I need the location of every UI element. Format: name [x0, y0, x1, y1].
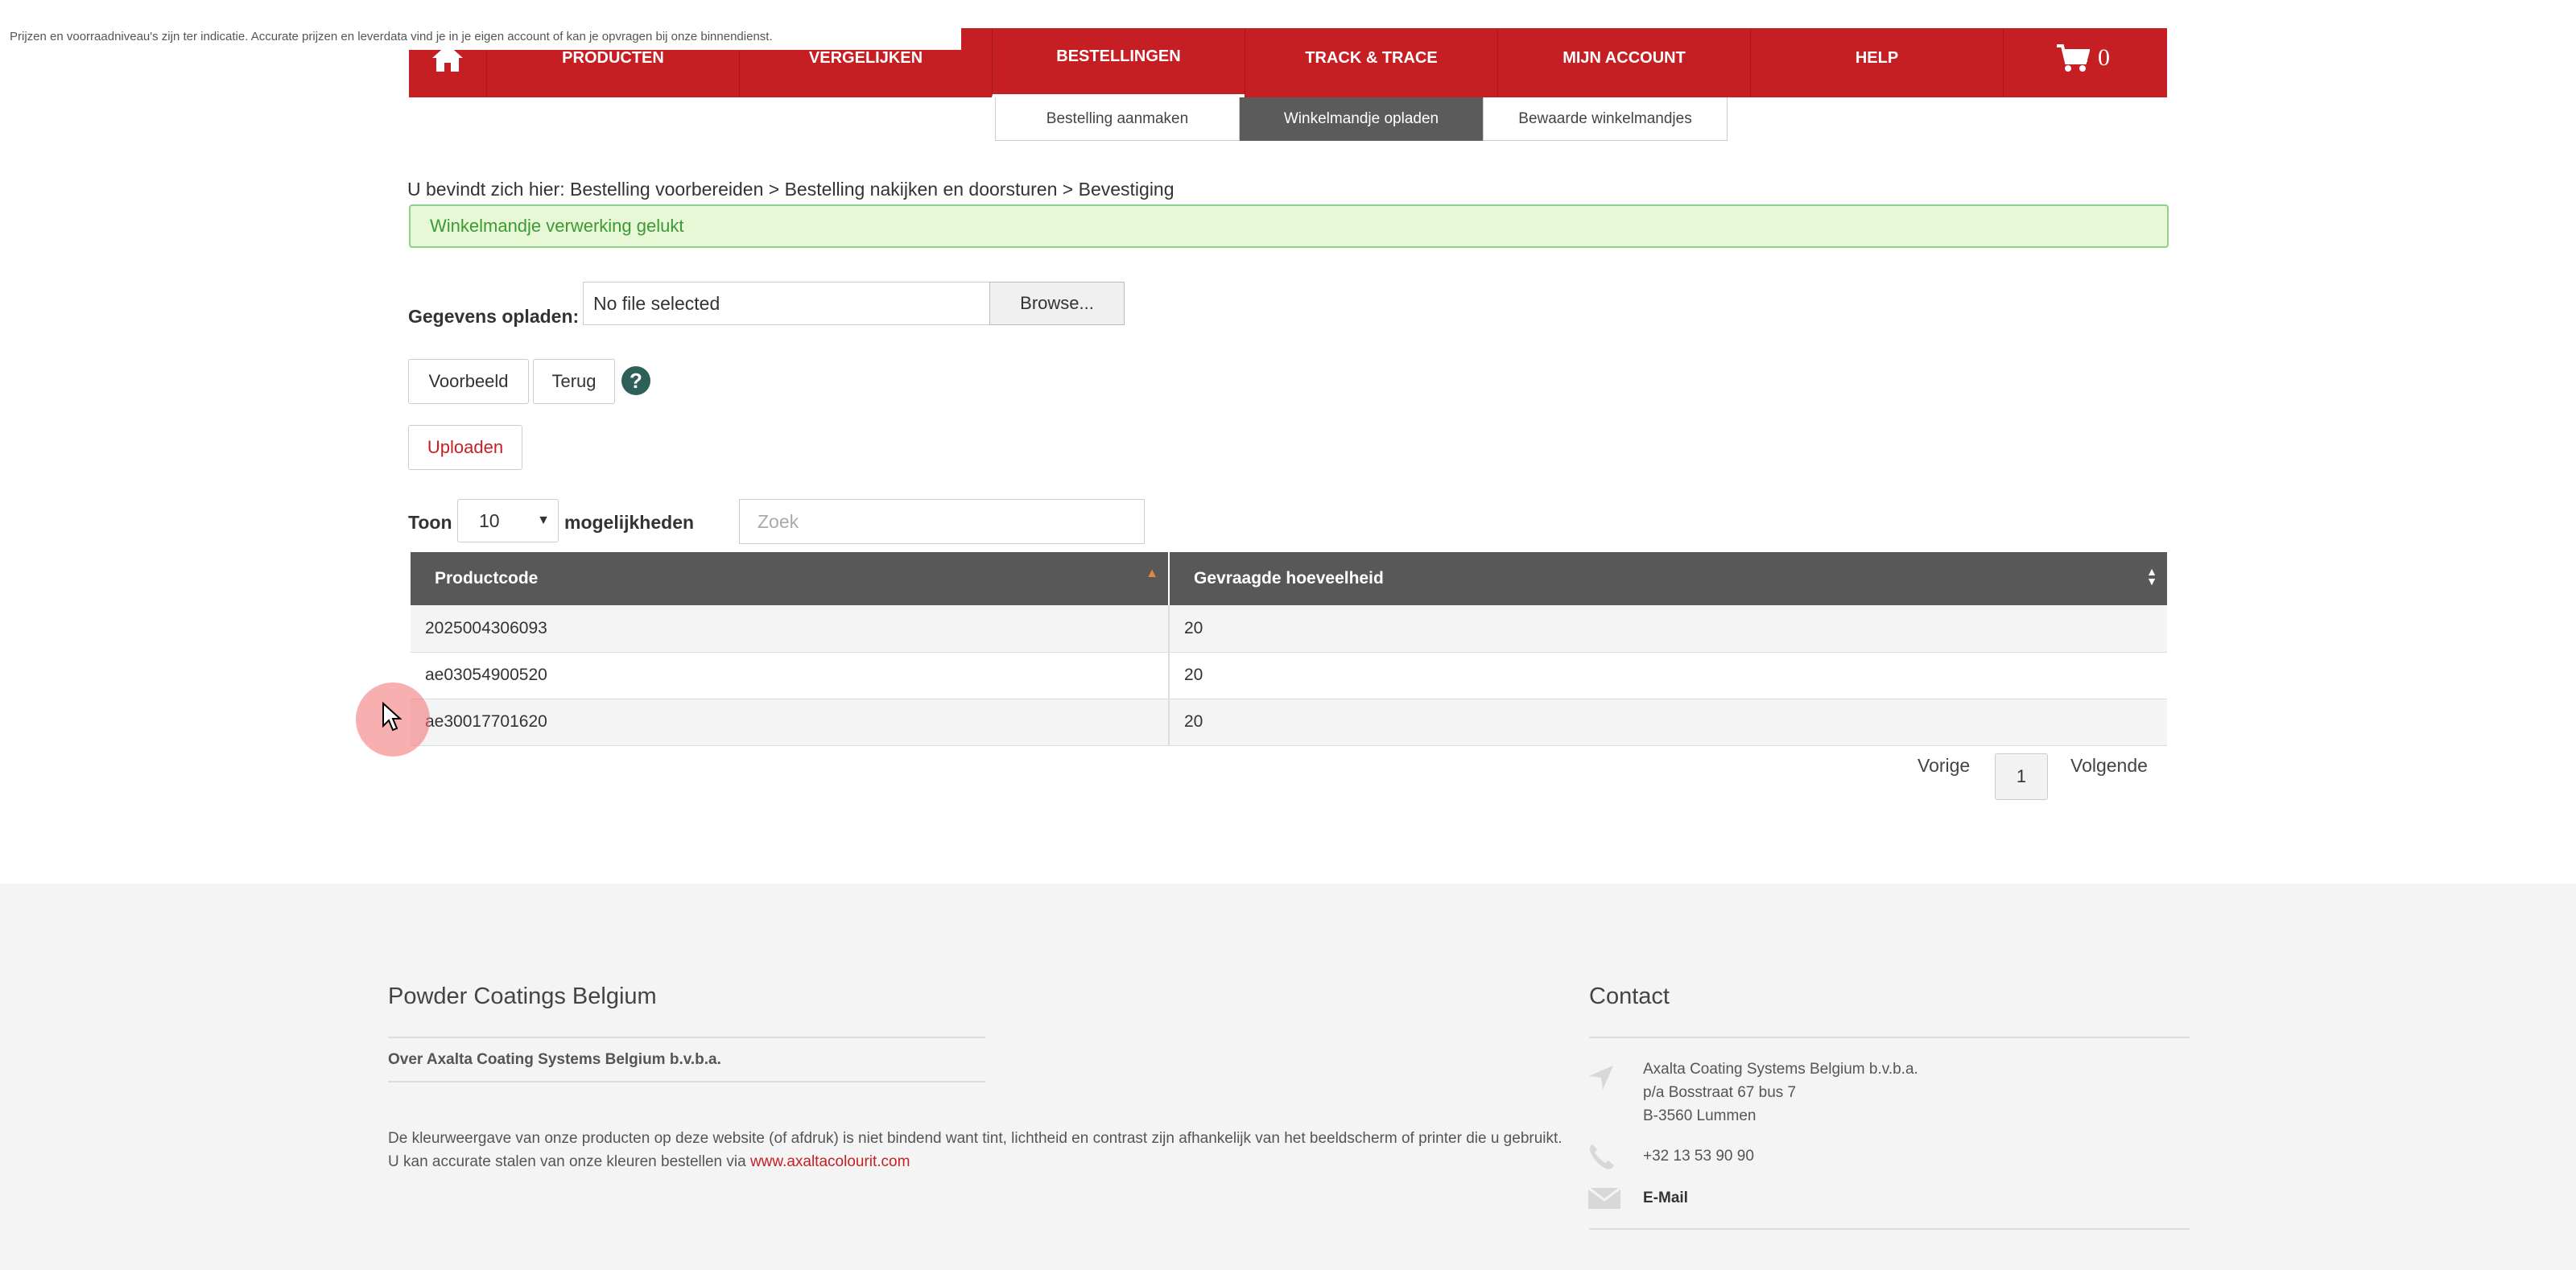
breadcrumb: U bevindt zich hier: Bestelling voorbere… [407, 179, 1174, 200]
cell-productcode: ae30017701620 [411, 699, 1169, 746]
nav-track-trace[interactable]: TRACK & TRACE [1245, 28, 1497, 97]
mouse-cursor-icon [382, 702, 402, 732]
subnav-bewaarde-winkelmandjes[interactable]: Bewaarde winkelmandjes [1483, 97, 1728, 141]
browse-button[interactable]: Browse... [989, 282, 1125, 325]
options-label: mogelijkheden [564, 512, 695, 533]
location-arrow-icon [1589, 1066, 1613, 1090]
column-header-label: Productcode [435, 569, 539, 588]
cart-count: 0 [2098, 44, 2110, 71]
footer-disclaimer-text: De kleurweergave van onze producten op d… [388, 1130, 1563, 1170]
phone-icon [1590, 1144, 1614, 1169]
file-input[interactable]: No file selected [583, 282, 990, 325]
pagination-next[interactable]: Volgende [2070, 755, 2148, 777]
table-row: ae03054900520 20 [411, 652, 2167, 699]
nav-cart[interactable]: 0 [2003, 28, 2162, 97]
footer-divider [388, 1081, 985, 1082]
nav-help[interactable]: HELP [1750, 28, 2003, 97]
page-size-select[interactable]: 10 ▼ [457, 499, 559, 542]
upload-label: Gegevens opladen: [408, 306, 580, 327]
cart-icon [2057, 44, 2090, 72]
footer-phone: +32 13 53 90 90 [1643, 1148, 1754, 1165]
cell-productcode: 2025004306093 [411, 605, 1169, 653]
page-size-value: 10 [479, 510, 500, 531]
product-table: Productcode ▲ Gevraagde hoeveelheid ▲ ▼ 2… [411, 552, 2167, 746]
sort-asc-icon: ▲ [1146, 567, 1158, 580]
price-notice-banner: Prijzen en voorraadniveau's zijn ter ind… [0, 24, 961, 50]
envelope-icon [1587, 1186, 1621, 1209]
cell-quantity: 20 [1168, 652, 2167, 699]
show-label: Toon [408, 512, 452, 533]
footer-email-link[interactable]: E-Mail [1643, 1190, 1688, 1207]
subnav-bestelling-aanmaken[interactable]: Bestelling aanmaken [995, 97, 1240, 141]
footer-divider [388, 1037, 985, 1038]
nav-bestellingen[interactable]: BESTELLINGEN [992, 28, 1245, 97]
cell-quantity: 20 [1168, 605, 2167, 653]
caret-down-icon: ▼ [537, 513, 550, 527]
footer-contact-title: Contact [1589, 983, 1670, 1009]
search-input[interactable]: Zoek [739, 499, 1145, 544]
preview-button[interactable]: Voorbeeld [408, 359, 529, 404]
nav-mijn-account[interactable]: MIJN ACCOUNT [1497, 28, 1750, 97]
address-line: p/a Bosstraat 67 bus 7 [1643, 1084, 1797, 1101]
address-line: Axalta Coating Systems Belgium b.v.b.a. [1643, 1061, 1918, 1078]
success-alert: Winkelmandje verwerking gelukt [409, 204, 2169, 248]
table-row: 2025004306093 20 [411, 605, 2167, 653]
pagination-prev[interactable]: Vorige [1918, 755, 1970, 777]
help-icon[interactable]: ? [621, 366, 650, 395]
footer-left-title: Powder Coatings Belgium [388, 983, 657, 1009]
upload-button[interactable]: Uploaden [408, 425, 522, 470]
back-button[interactable]: Terug [533, 359, 615, 404]
sort-both-icon: ▲ ▼ [2146, 565, 2157, 588]
cell-quantity: 20 [1168, 699, 2167, 746]
column-header-label: Gevraagde hoeveelheid [1194, 569, 1384, 588]
column-header-productcode[interactable]: Productcode ▲ [411, 552, 1169, 605]
pagination-page-1[interactable]: 1 [1995, 753, 2048, 800]
column-header-quantity[interactable]: Gevraagde hoeveelheid ▲ ▼ [1168, 552, 2167, 605]
footer-about-link[interactable]: Over Axalta Coating Systems Belgium b.v.… [388, 1051, 721, 1069]
cell-productcode: ae03054900520 [411, 652, 1169, 699]
sub-nav: Bestelling aanmaken Winkelmandje opladen… [995, 97, 1728, 141]
footer: Powder Coatings Belgium Over Axalta Coat… [0, 884, 2576, 1270]
footer-disclaimer: De kleurweergave van onze producten op d… [388, 1127, 1563, 1173]
address-line: B-3560 Lummen [1643, 1107, 1757, 1124]
footer-divider [1589, 1228, 2190, 1230]
footer-colour-link[interactable]: www.axaltacolourit.com [750, 1153, 910, 1170]
subnav-winkelmandje-opladen[interactable]: Winkelmandje opladen [1240, 97, 1483, 141]
footer-divider [1589, 1037, 2190, 1038]
table-row: ae30017701620 20 [411, 699, 2167, 746]
footer-address: Axalta Coating Systems Belgium b.v.b.a. … [1643, 1058, 1918, 1128]
